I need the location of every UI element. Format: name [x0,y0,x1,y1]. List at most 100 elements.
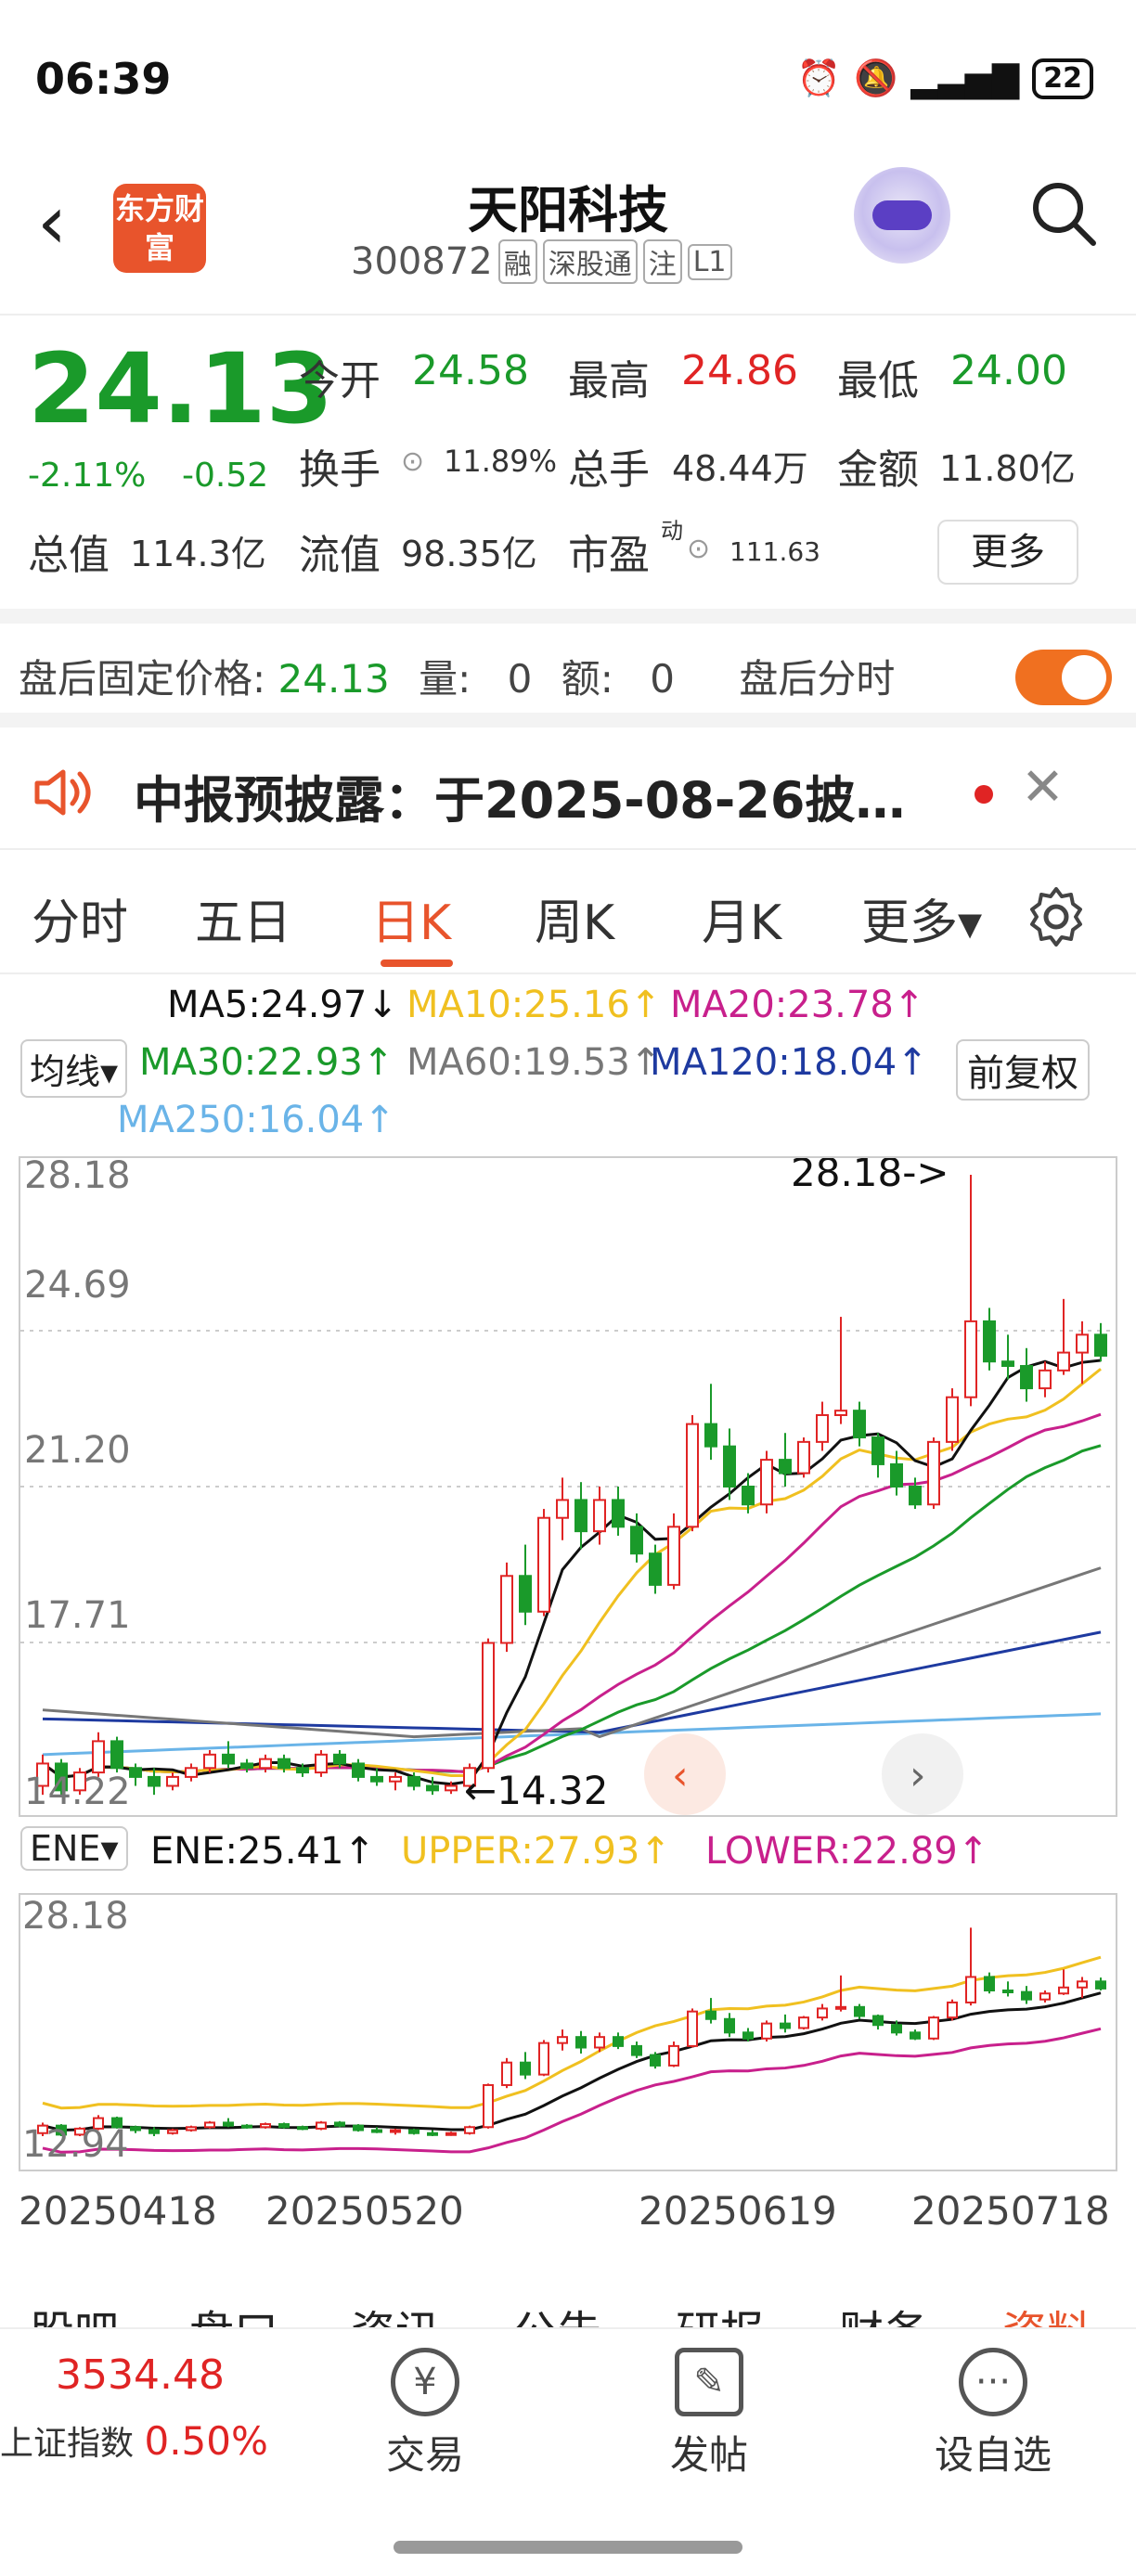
scroll-right-button[interactable]: › [882,1733,963,1815]
candle [445,1784,458,1792]
post-label: 发帖 [669,2432,748,2478]
change-amount: -0.52 [182,457,269,495]
mktcap-label: 总值 [28,532,110,579]
candle [575,2036,587,2049]
after-hours-amt-label: 额: [561,656,613,702]
svg-text:‹: ‹ [672,1752,689,1799]
after-hours-amt: 0 [650,656,675,702]
high-value: 24.86 [681,347,798,394]
candle [687,2010,698,2047]
date-label: 20250718 [911,2188,1110,2234]
mute-icon: 🔕 [854,58,898,98]
candle [964,1320,977,1398]
tab-more[interactable]: 更多▾ [861,883,982,953]
candle [1077,1980,1088,1989]
y-axis-label: 21.20 [24,1429,131,1472]
after-hours-vol: 0 [507,656,533,702]
tab-finance[interactable]: 财务 [839,2296,928,2327]
date-axis: 20250418 20250520 20250619 20250718 [0,2181,1136,2236]
candle [130,2126,141,2132]
ma60-line [42,1566,1102,1739]
candle [742,2031,754,2040]
ene-chart[interactable]: 28.18 12.94 [19,1893,1117,2171]
pe-info-icon[interactable]: ⊙ [687,533,710,565]
candle [352,1762,365,1778]
ma-selector[interactable]: 均线▾ [20,1039,128,1098]
candle [240,1762,253,1770]
candle [910,2031,921,2040]
high-label: 最高 [568,357,650,405]
ma10-label: MA10:25.16↑ [407,984,662,1026]
current-price: 24.13 [28,332,333,445]
tag-margin: 融 [497,239,537,284]
candle [148,1775,161,1787]
ene-svg: 28.18 12.94 [22,1895,1106,2166]
tab-research[interactable]: 研报 [676,2296,765,2327]
after-hours-toggle[interactable] [1015,650,1112,705]
tab-monthly-k[interactable]: 月K [702,883,781,953]
notice-banner[interactable]: 中报预披露：于2025-08-26披… ✕ [0,731,1136,850]
watch-label: 设自选 [934,2432,1052,2478]
clock: 06:39 [35,54,172,104]
candle [315,1753,328,1774]
kline-chart[interactable]: 28.18 24.69 21.20 17.71 14.22 28.18-> ←1… [19,1150,1117,1817]
quote-panel: 24.13 -2.11% -0.52 今开 24.58 最高 24.86 最低 … [0,317,1136,607]
active-tab-indicator [381,960,453,967]
date-label: 20250619 [639,2188,837,2234]
tab-daily-k[interactable]: 日K [371,883,451,953]
candle [872,2015,884,2027]
candle [203,1753,216,1770]
tab-orderbook[interactable]: 盘口 [189,2296,278,2327]
ene-y-top: 28.18 [22,1895,129,1938]
add-watchlist-button[interactable]: ··· 设自选 [910,2348,1077,2480]
pe-dynamic-mark: 动 [661,518,683,544]
scroll-left-button[interactable]: ‹ [644,1733,726,1815]
trade-button[interactable]: ¥ 交易 [342,2348,509,2480]
candle [278,2123,290,2129]
candle [947,2001,958,2019]
tab-weekly-k[interactable]: 周K [535,883,614,953]
close-icon[interactable]: ✕ [1021,757,1065,818]
adjust-button[interactable]: 前复权 [956,1039,1090,1101]
status-icons: ⏰ 🔕 ▂▃▅▇ 22 [797,58,1093,99]
info-icon[interactable]: ⊙ [401,445,424,478]
tab-profile[interactable]: 资料 [1002,2296,1091,2327]
ma120-line [42,1630,1102,1734]
assistant-avatar[interactable] [854,167,950,264]
candle [650,2054,661,2067]
candle [129,1767,142,1778]
bottom-bar: 3534.48 上证指数 0.50% ¥ 交易 ✎ 发帖 ··· 设自选 [0,2327,1136,2576]
more-button[interactable]: 更多 [937,520,1078,585]
candle [538,2041,549,2076]
gear-icon[interactable] [1025,885,1088,948]
tab-forum[interactable]: 股吧 [30,2296,119,2327]
tab-announcements[interactable]: 公告 [512,2296,601,2327]
home-indicator [394,2541,742,2554]
candle [445,2132,457,2136]
candle [594,2036,605,2049]
open-value: 24.58 [412,347,529,394]
indicator-selector[interactable]: ENE▾ [20,1826,128,1871]
upper-label: UPPER:27.93↑ [401,1830,671,1873]
candle [761,2022,772,2040]
after-hours-price: 24.13 [278,656,390,702]
tab-intraday[interactable]: 分时 [32,883,128,953]
candle [204,2121,215,2129]
post-button[interactable]: ✎ 发帖 [626,2348,793,2480]
candle [965,1976,976,2003]
tab-news[interactable]: 资讯 [351,2296,440,2327]
y-axis-label: 24.69 [24,1264,131,1307]
search-icon[interactable] [1026,176,1101,251]
notice-text: 中报预披露：于2025-08-26披… [134,771,906,830]
mktcap-value: 114.3亿 [130,534,266,574]
toggle-knob [1062,655,1106,700]
candle [835,2005,846,2010]
ma30-line [42,1444,1102,1779]
tab-five-day[interactable]: 五日 [195,883,291,953]
edit-icon: ✎ [675,2348,743,2416]
candle [668,2044,679,2067]
candle [371,2129,382,2133]
after-hours-vol-label: 量: [419,656,471,702]
candle [520,2061,531,2076]
ene-upper-line [42,1955,1102,2110]
